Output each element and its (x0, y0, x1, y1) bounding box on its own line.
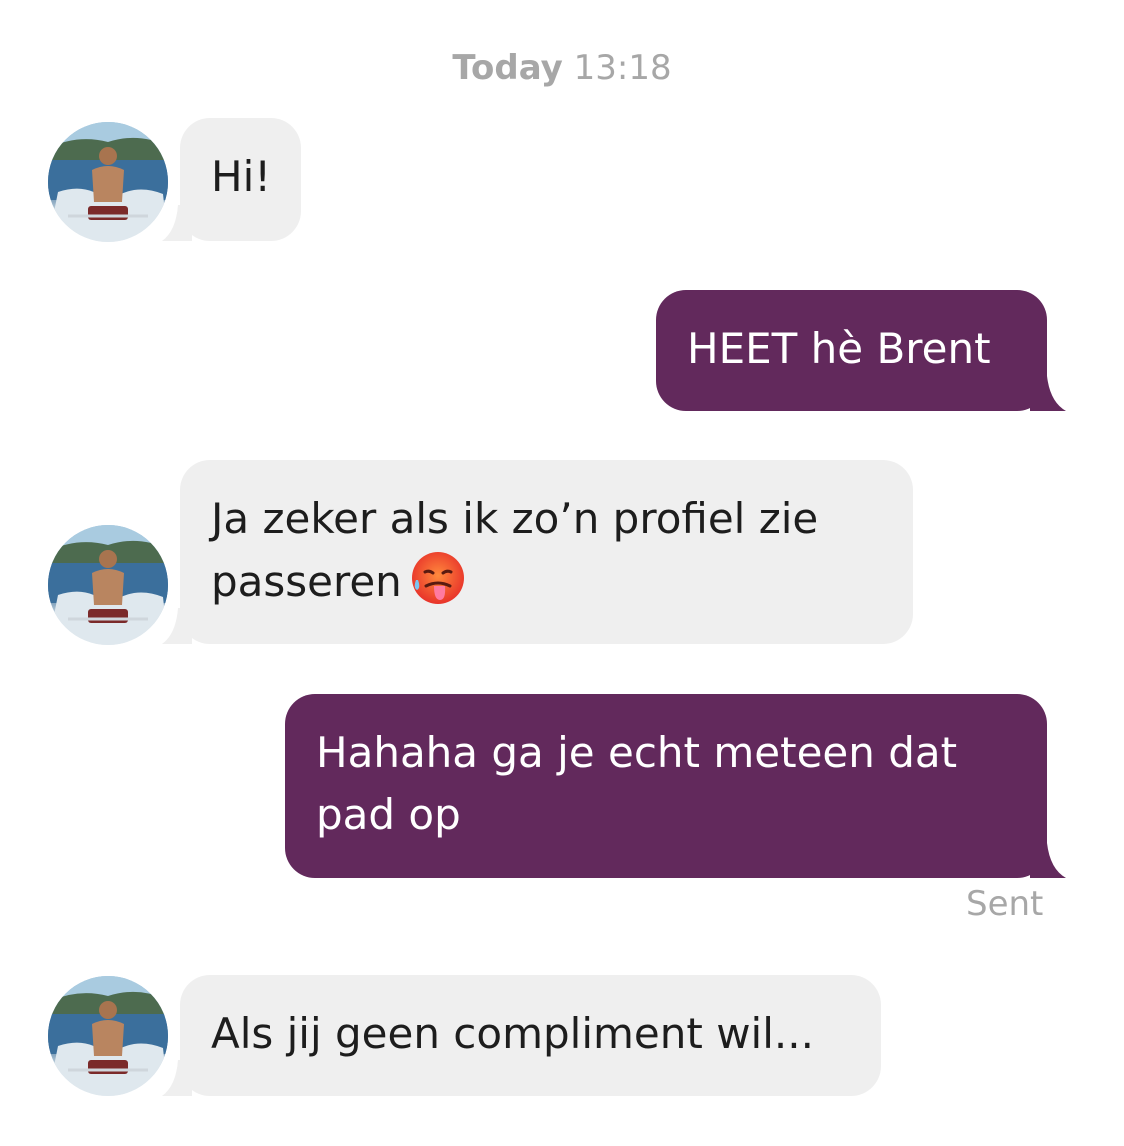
message-bubble-outgoing[interactable]: Hahaha ga je echt meteen dat pad op (285, 694, 1047, 878)
profile-photo-icon (48, 976, 168, 1096)
message-bubble-incoming[interactable]: Als jij geen compliment wil... (180, 975, 881, 1096)
bubble-tail-outgoing (1030, 376, 1066, 411)
message-text-line-2: passeren (211, 550, 882, 613)
profile-photo-icon (48, 525, 168, 645)
profile-photo-icon (48, 122, 168, 242)
contact-avatar[interactable] (48, 525, 168, 645)
message-text: passeren (211, 557, 402, 606)
message-text-line: Hahaha ga je echt meteen dat (316, 728, 958, 777)
timestamp-day: Today (452, 48, 563, 88)
message-bubble-incoming[interactable]: Ja zeker als ik zo’n profiel zie passere… (180, 460, 913, 644)
contact-avatar[interactable] (48, 976, 168, 1096)
message-text-line: Ja zeker als ik zo’n profiel zie (211, 494, 819, 543)
message-bubble-incoming[interactable]: Hi! (180, 118, 301, 241)
message-text: Als jij geen compliment wil... (211, 1009, 814, 1058)
contact-avatar[interactable] (48, 122, 168, 242)
message-bubble-outgoing[interactable]: HEET hè Brent (656, 290, 1047, 411)
sent-status: Sent (966, 884, 1044, 924)
message-text-line-2: pad op (316, 790, 461, 839)
bubble-tail-outgoing (1030, 843, 1066, 878)
hot-face-emoji-icon (411, 552, 464, 604)
message-text: HEET hè Brent (687, 324, 991, 373)
timestamp-time: 13:18 (573, 48, 672, 88)
message-text: Hi! (211, 152, 272, 201)
conversation-timestamp: Today 13:18 (0, 48, 1124, 88)
